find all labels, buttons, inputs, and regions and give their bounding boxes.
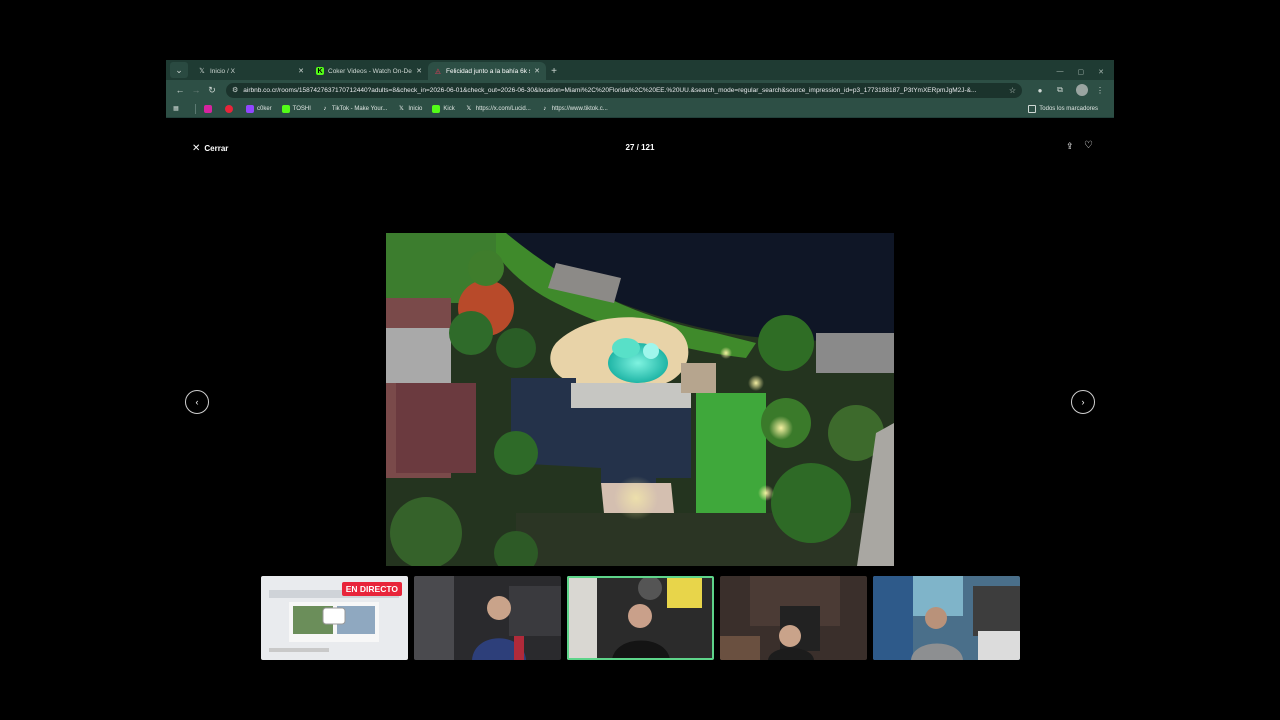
bookmark-star-icon[interactable]: ☆	[1009, 86, 1016, 95]
kick-icon	[432, 104, 441, 113]
instagram-icon	[204, 104, 212, 113]
tab-title: Coker Videos - Watch On-Dem	[328, 67, 413, 75]
tab-title: Inicio / X	[210, 67, 235, 75]
tab-search-button[interactable]: ⌄	[170, 62, 188, 78]
close-icon[interactable]: ✕	[298, 67, 304, 75]
browser-window: ⌄ 𝕏 Inicio / X ✕ K Coker Videos - Watch …	[166, 60, 1114, 566]
screen: ⌄ 𝕏 Inicio / X ✕ K Coker Videos - Watch …	[0, 0, 1280, 720]
site-info-icon[interactable]: ⚙	[232, 86, 238, 94]
stream-cameras-strip: EN DIRECTO	[261, 576, 1021, 660]
bookmark-label: Todos los marcadores	[1039, 105, 1098, 112]
tab-x-inicio[interactable]: 𝕏 Inicio / X ✕	[192, 62, 310, 80]
streamer-webcam	[567, 576, 714, 660]
back-button[interactable]: ←	[172, 82, 188, 98]
bookmarks-bar: ▦ c0ker TOSHI ♪ TikTok - Make Your... 𝕏 In…	[166, 100, 1114, 118]
bookmark-item[interactable]: TOSHI	[281, 104, 311, 113]
tab-coker-videos[interactable]: K Coker Videos - Watch On-Dem ✕	[310, 62, 428, 80]
camera-feed	[414, 576, 561, 660]
bookmark-item[interactable]	[204, 104, 215, 113]
bookmark-label: Inicio	[408, 105, 423, 112]
bookmark-label: https://www.tiktok.c...	[551, 105, 608, 112]
browser-toolbar: ← → ↻ ⚙ airbnb.co.cr/rooms/1587427637170…	[166, 80, 1114, 100]
bookmark-item[interactable]: c0ker	[246, 104, 272, 113]
airbnb-icon: ◬	[435, 68, 441, 75]
heart-icon[interactable]: ♡	[1084, 140, 1096, 152]
streamer-webcam	[873, 576, 1020, 660]
maximize-icon[interactable]: ▢	[1078, 68, 1085, 76]
streamer-webcam	[414, 576, 561, 660]
extensions-puzzle-icon[interactable]: ⧉	[1052, 82, 1068, 98]
bookmark-item[interactable]	[225, 104, 236, 113]
bookmark-item[interactable]: 𝕏 Inicio	[397, 105, 422, 113]
all-bookmarks-folder[interactable]: Todos los marcadores	[1028, 104, 1098, 113]
window-controls: — ▢ ✕	[1057, 68, 1115, 80]
tiktok-icon: ♪	[323, 105, 327, 112]
tab-airbnb[interactable]: ◬ Felicidad junto a la bahía 6k sq ✕	[428, 62, 546, 80]
new-tab-button[interactable]: +	[546, 63, 562, 79]
separator	[195, 103, 196, 114]
forward-button[interactable]: →	[188, 82, 204, 98]
kick-icon: K	[316, 67, 324, 75]
chevron-left-icon: ‹	[195, 397, 199, 407]
address-bar[interactable]: ⚙ airbnb.co.cr/rooms/1587427637170712440…	[226, 82, 1022, 98]
aerial-house-image	[386, 233, 894, 566]
photo-counter: 27 / 121	[625, 143, 655, 152]
share-icon[interactable]: ⇪	[1066, 141, 1078, 153]
x-icon: 𝕏	[466, 106, 472, 112]
minimize-icon[interactable]: —	[1057, 68, 1064, 76]
bookmark-label: c0ker	[257, 105, 272, 112]
next-photo-button[interactable]: ›	[1071, 390, 1095, 414]
bookmark-item[interactable]: Kick	[432, 104, 455, 113]
camera-feed	[720, 576, 867, 660]
close-icon[interactable]: ✕	[416, 67, 422, 75]
streamer-webcam	[720, 576, 867, 660]
url-text: airbnb.co.cr/rooms/1587427637170712440?a…	[243, 86, 977, 94]
close-window-icon[interactable]: ✕	[1098, 68, 1104, 76]
live-badge: EN DIRECTO	[341, 582, 402, 596]
bookmark-label: https://x.com/Lucid...	[475, 105, 531, 112]
camera-feed: EN DIRECTO	[261, 576, 408, 660]
photo-viewer: ✕ Cerrar 27 / 121 ⇪ ♡ ‹ ›	[166, 118, 1114, 566]
bookmark-item[interactable]: 𝕏https://x.com/Lucid...	[465, 105, 531, 113]
previous-photo-button[interactable]: ‹	[185, 390, 209, 414]
kick-icon	[281, 104, 290, 113]
tiktok-icon: ♪	[543, 105, 547, 112]
twitch-icon	[246, 104, 254, 113]
reload-button[interactable]: ↻	[204, 82, 220, 98]
close-icon[interactable]: ✕	[534, 67, 540, 75]
camera-feed	[873, 576, 1020, 660]
record-icon	[225, 104, 233, 113]
bookmark-label: TOSHI	[292, 105, 311, 112]
camera-feed-active	[567, 576, 714, 660]
folder-icon	[1028, 104, 1037, 113]
x-icon: 𝕏	[199, 68, 205, 75]
apps-button[interactable]: ▦	[172, 105, 183, 113]
bookmark-label: TikTok - Make Your...	[331, 105, 388, 112]
menu-kebab-icon[interactable]: ⋮	[1092, 82, 1108, 98]
x-icon: 𝕏	[398, 106, 404, 112]
tab-strip: ⌄ 𝕏 Inicio / X ✕ K Coker Videos - Watch …	[166, 60, 1114, 80]
apps-grid-icon: ▦	[173, 106, 179, 112]
tab-title: Felicidad junto a la bahía 6k sq	[446, 67, 531, 75]
listing-photo	[386, 233, 894, 566]
bookmark-label: Kick	[443, 105, 455, 112]
profile-avatar[interactable]	[1076, 84, 1088, 96]
extension-icon[interactable]: ●	[1032, 82, 1048, 98]
bookmark-item[interactable]: ♪ https://www.tiktok.c...	[541, 105, 608, 113]
chevron-right-icon: ›	[1081, 397, 1085, 407]
bookmark-item[interactable]: ♪ TikTok - Make Your...	[321, 105, 387, 113]
